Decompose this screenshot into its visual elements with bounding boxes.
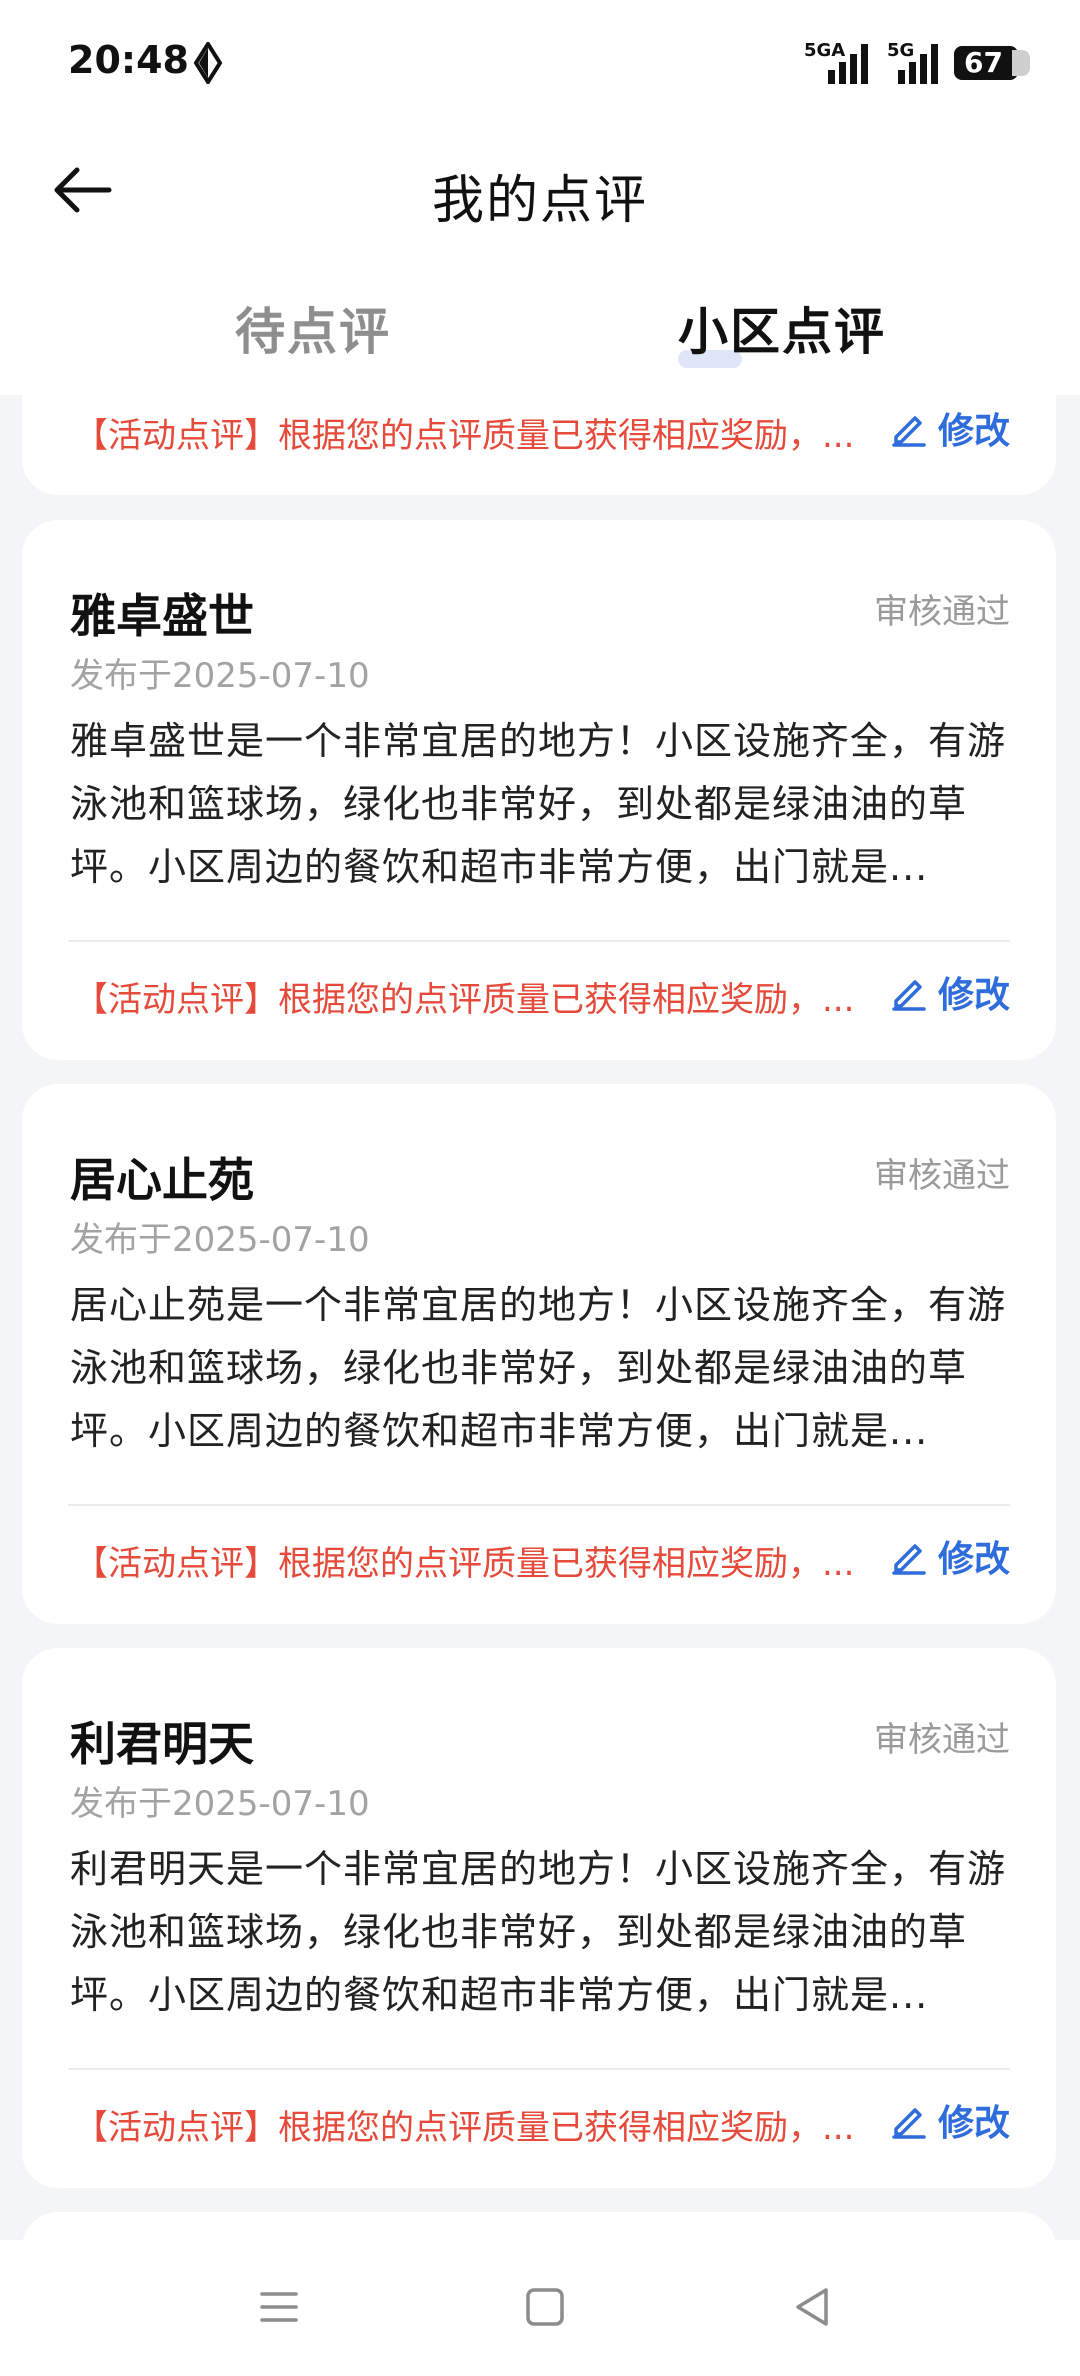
reward-text: 【活动点评】根据您的点评质量已获得相应奖励，... (74, 416, 855, 456)
review-card[interactable]: 雅卓盛世 审核通过 发布于2025-07-10 雅卓盛世是一个非常宜居的地方！小… (22, 520, 1056, 1060)
community-name: 居心止苑 (70, 1153, 254, 1207)
divider (68, 940, 1010, 942)
page-title: 我的点评 (431, 171, 648, 231)
system-nav-bar (0, 2240, 1080, 2376)
review-content: 利君明天是一个非常宜居的地方！小区设施齐全，有游泳池和篮球场，绿化也非常好，到处… (70, 1847, 1007, 2017)
reward-text: 【活动点评】根据您的点评质量已获得相应奖励，... (74, 2108, 855, 2148)
status-time: 20:48 (68, 38, 189, 82)
review-status: 审核通过 (874, 592, 1010, 632)
reward-text: 【活动点评】根据您的点评质量已获得相应奖励，... (74, 980, 855, 1020)
review-card[interactable]: 利君明天 审核通过 发布于2025-07-10 利君明天是一个非常宜居的地方！小… (22, 1648, 1056, 2188)
edit-pencil-icon (892, 2108, 926, 2139)
divider (68, 1504, 1010, 1506)
publish-date: 发布于2025-07-10 (70, 656, 370, 696)
edit-button[interactable]: 修改 (890, 2094, 1010, 2146)
battery-icon: 67 (954, 46, 1030, 80)
review-card[interactable]: 居心止苑 审核通过 发布于2025-07-10 居心止苑是一个非常宜居的地方！小… (22, 1084, 1056, 1624)
signal2-bars-icon (898, 44, 938, 84)
review-content: 居心止苑是一个非常宜居的地方！小区设施齐全，有游泳池和篮球场，绿化也非常好，到处… (70, 1283, 1007, 1453)
edit-button[interactable]: 修改 (890, 966, 1010, 1018)
publish-date: 发布于2025-07-10 (70, 1784, 370, 1824)
publish-date: 发布于2025-07-10 (70, 1220, 370, 1260)
status-bar: 20:48 5GA 5G 67 (0, 0, 1080, 120)
edit-button[interactable]: 修改 (890, 1530, 1010, 1582)
edit-label: 修改 (937, 2103, 1010, 2144)
community-name: 雅卓盛世 (70, 589, 254, 643)
review-card-partial: 【活动点评】根据您的点评质量已获得相应奖励，... 修改 (22, 390, 1056, 495)
review-content: 雅卓盛世是一个非常宜居的地方！小区设施齐全，有游泳池和篮球场，绿化也非常好，到处… (70, 719, 1007, 889)
home-square-icon[interactable] (522, 2284, 568, 2330)
edit-label: 修改 (937, 975, 1010, 1016)
divider (68, 2068, 1010, 2070)
tab-pending[interactable]: 待点评 (235, 292, 391, 364)
tab-community-review[interactable]: 小区点评 (678, 292, 886, 364)
back-triangle-icon[interactable] (790, 2284, 836, 2330)
edit-label: 修改 (937, 1539, 1010, 1580)
review-status: 审核通过 (874, 1720, 1010, 1760)
edit-pencil-icon (892, 1544, 926, 1575)
signal1-bars-icon (828, 44, 868, 84)
tab-community-review-label: 小区点评 (678, 303, 886, 361)
reward-text: 【活动点评】根据您的点评质量已获得相应奖励，... (74, 1544, 855, 1584)
edit-pencil-icon (892, 416, 926, 447)
edit-label: 修改 (937, 411, 1010, 452)
header: 我的点评 (0, 120, 1080, 260)
tab-pending-label: 待点评 (235, 303, 391, 361)
battery-level: 67 (964, 46, 1003, 79)
edit-button[interactable]: 修改 (890, 402, 1010, 454)
community-name: 利君明天 (70, 1717, 254, 1771)
app-notification-icon (193, 42, 223, 84)
menu-icon[interactable] (256, 2284, 302, 2330)
tab-bar: 待点评 小区点评 (0, 260, 1080, 395)
edit-pencil-icon (892, 980, 926, 1011)
review-status: 审核通过 (874, 1156, 1010, 1196)
